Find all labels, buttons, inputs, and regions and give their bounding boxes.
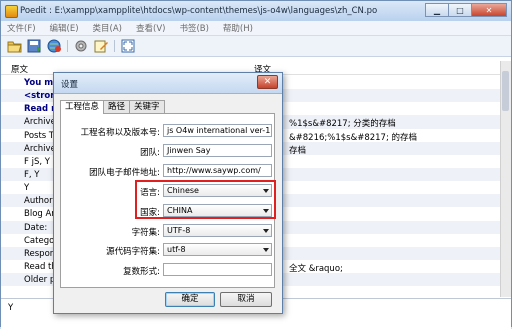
project-name-label: 工程名称以及版本号: (80, 128, 160, 138)
maximize-icon: □ (456, 5, 464, 15)
dialog-title-bar: 设置 ✕ (54, 73, 282, 94)
edit-note-icon (94, 40, 108, 53)
open-button[interactable] (7, 39, 22, 53)
menu-view[interactable]: 查看(V) (136, 22, 165, 34)
source-cell: Y (24, 183, 30, 194)
save-icon (27, 39, 41, 53)
maximize-button[interactable]: □ (448, 3, 472, 17)
project-info-panel: 工程名称以及版本号: js O4w international ver-1.0.… (60, 113, 276, 288)
source-cell: Archive (24, 143, 56, 154)
comment-button[interactable] (94, 39, 109, 53)
settings-button[interactable] (74, 39, 89, 53)
charset-value: UTF-8 (167, 226, 191, 235)
source-text: Y (8, 303, 14, 313)
close-icon: ✕ (485, 5, 493, 15)
team-field[interactable]: Jinwen Say (163, 144, 272, 157)
menu-bookmarks[interactable]: 书签(B) (179, 22, 208, 34)
menu-edit[interactable]: 编辑(E) (50, 22, 79, 34)
open-folder-icon (7, 41, 22, 53)
source-cell: Date: (24, 222, 48, 233)
project-name-value: js O4w international ver-1.0. (167, 126, 272, 135)
gear-icon (75, 40, 87, 52)
toolbar-separator (114, 40, 115, 52)
list-scrollbar[interactable] (500, 61, 511, 297)
source-charset-value: utf-8 (167, 245, 186, 254)
minimize-icon: ▁ (433, 5, 441, 15)
source-cell: F jS, Y (24, 156, 50, 167)
fullscreen-icon (121, 39, 135, 53)
dialog-tabs: 工程信息 路径 关键字 (60, 100, 165, 114)
team-label: 团队: (140, 148, 160, 158)
team-email-field[interactable]: http://www.saywp.com/ (163, 164, 272, 177)
language-country-highlight (135, 180, 276, 219)
source-column-header[interactable]: 原文 (11, 63, 28, 75)
project-name-field[interactable]: js O4w international ver-1.0. (163, 124, 272, 137)
scrollbar-thumb[interactable] (502, 71, 509, 111)
window-title: Poedit : E:\xampp\xampplite\htdocs\wp-co… (20, 6, 378, 16)
toolbar-separator (67, 40, 68, 52)
tab-project-info[interactable]: 工程信息 (60, 100, 105, 114)
fullscreen-button[interactable] (121, 39, 136, 53)
update-globe-icon (47, 39, 61, 53)
settings-dialog: 设置 ✕ 工程信息 路径 关键字 工程名称以及版本号: js O4w inter… (53, 72, 283, 314)
charset-label: 字符集: (131, 228, 160, 238)
tab-paths[interactable]: 路径 (103, 100, 131, 113)
ok-button[interactable]: 确定 (165, 292, 215, 307)
source-cell: F, Y (24, 169, 40, 180)
window-controls: ▁ □ ✕ (425, 3, 507, 18)
chevron-down-icon (263, 229, 269, 233)
team-value: Jinwen Say (167, 146, 211, 155)
cancel-button[interactable]: 取消 (220, 292, 272, 307)
team-email-value: http://www.saywp.com/ (167, 166, 261, 175)
source-charset-select[interactable]: utf-8 (163, 243, 272, 256)
toolbar (1, 36, 511, 57)
source-cell: Archive (24, 117, 56, 128)
save-button[interactable] (27, 39, 42, 53)
poedit-app-icon (5, 5, 18, 18)
menu-file[interactable]: 文件(F) (7, 22, 36, 34)
update-button[interactable] (47, 39, 62, 53)
tab-keywords[interactable]: 关键字 (129, 100, 165, 113)
plural-forms-field[interactable] (163, 263, 272, 276)
close-window-button[interactable]: ✕ (471, 3, 507, 17)
team-email-label: 团队电子邮件地址: (89, 168, 160, 178)
dialog-close-button[interactable]: ✕ (257, 75, 278, 89)
menu-catalog[interactable]: 类目(A) (93, 22, 122, 34)
charset-select[interactable]: UTF-8 (163, 224, 272, 237)
chevron-down-icon (263, 248, 269, 252)
menu-bar: 文件(F) 编辑(E) 类目(A) 查看(V) 书签(B) 帮助(H) (1, 21, 511, 36)
plural-forms-label: 复数形式: (123, 267, 160, 277)
menu-help[interactable]: 帮助(H) (223, 22, 253, 34)
title-bar: Poedit : E:\xampp\xampplite\htdocs\wp-co… (1, 1, 511, 22)
minimize-button[interactable]: ▁ (425, 3, 449, 17)
dialog-title: 设置 (61, 80, 79, 90)
close-icon: ✕ (263, 77, 272, 87)
source-charset-label: 源代码字符集: (106, 247, 160, 257)
